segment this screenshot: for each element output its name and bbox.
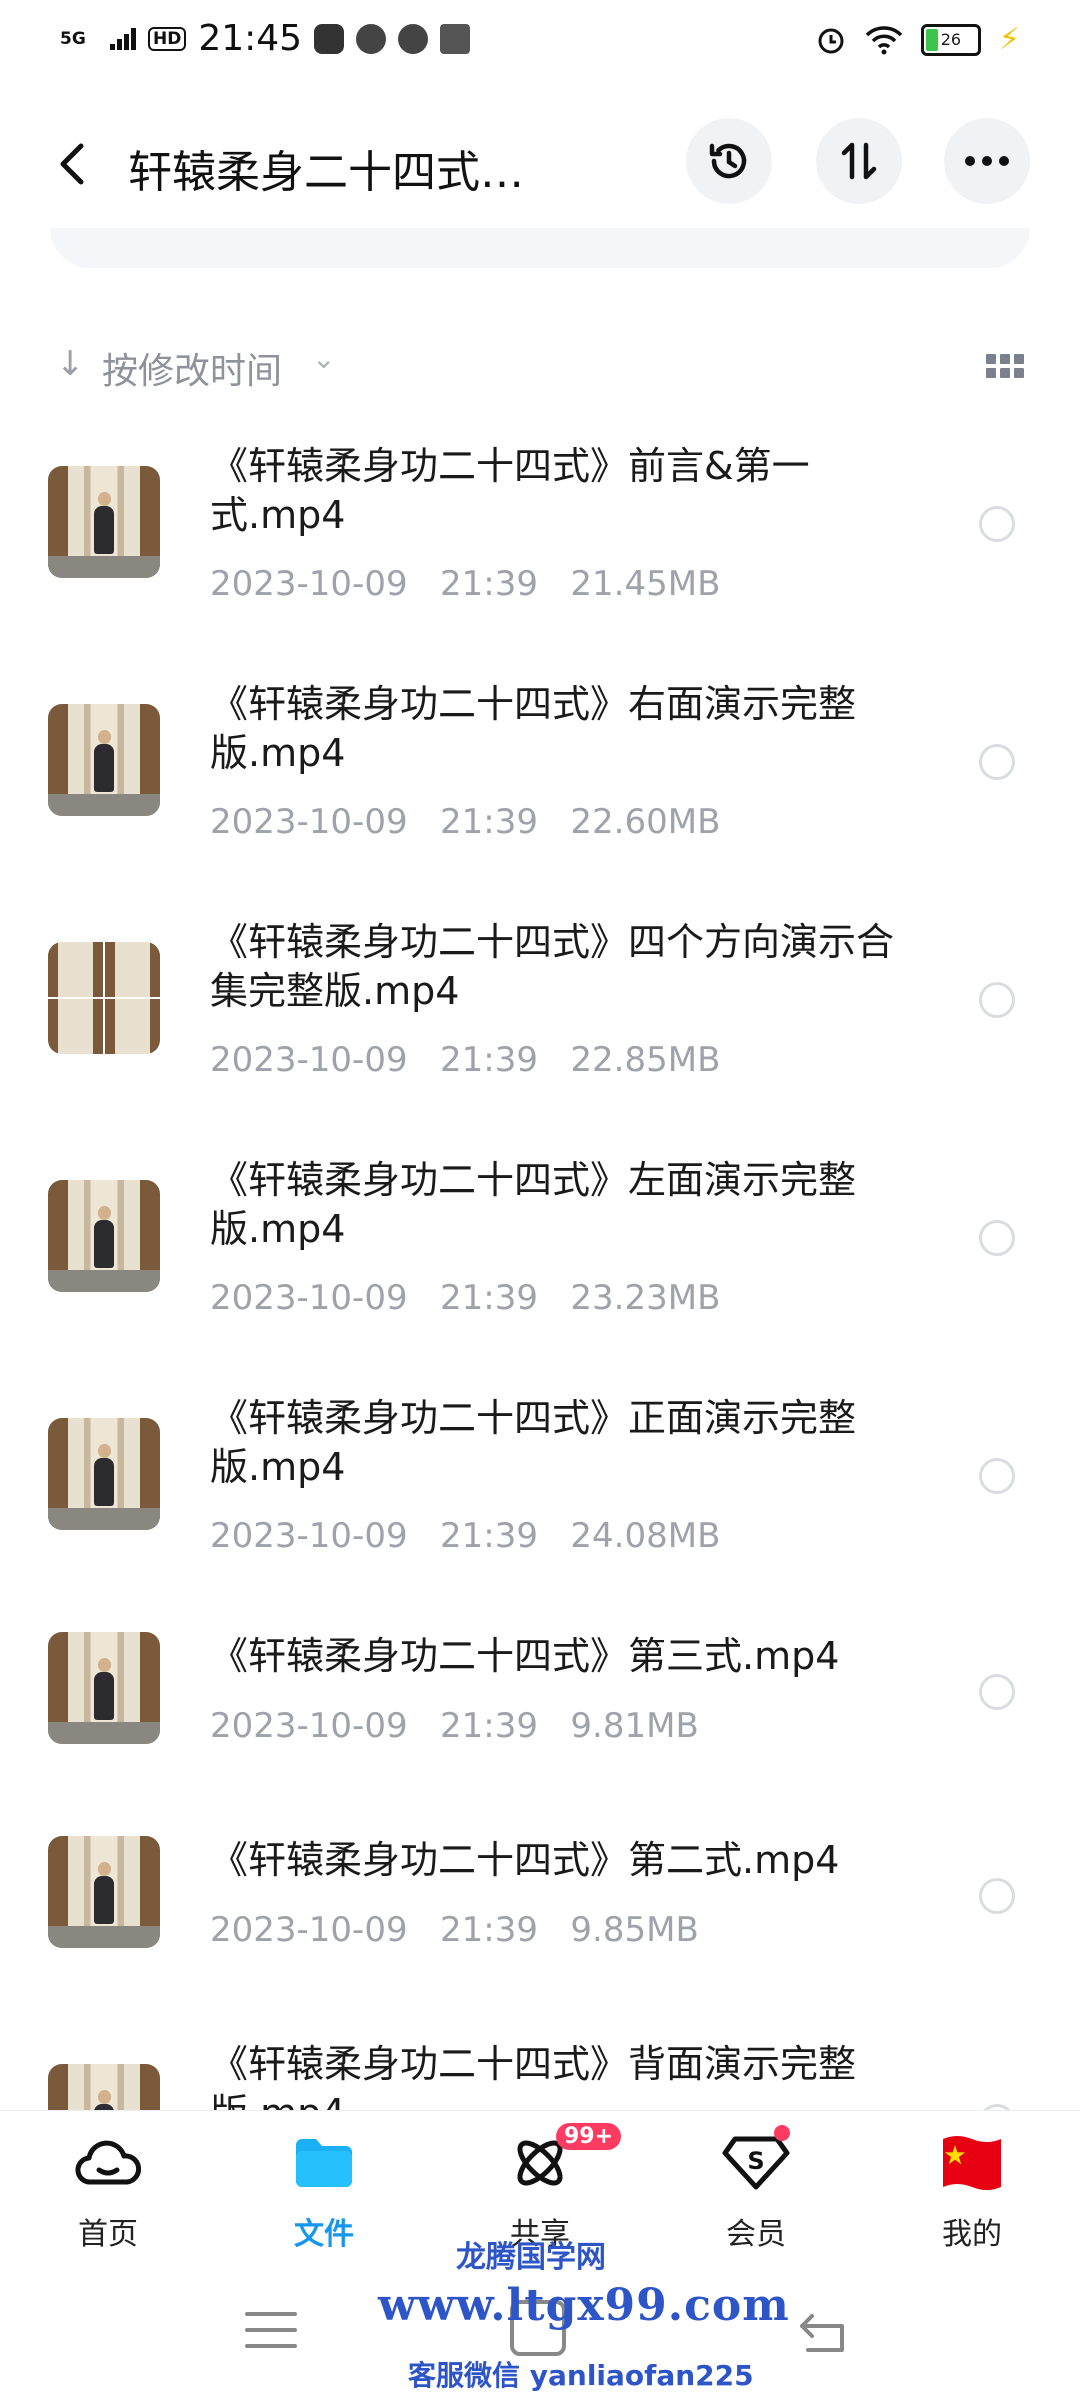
bottom-tab-bar: 首页 文件 99+ 共享 S 会员 我的: [0, 2110, 1080, 2253]
cloud-icon: [75, 2140, 141, 2185]
tab-label: 会员: [726, 2217, 786, 2252]
tab-label: 文件: [294, 2217, 354, 2252]
folder-icon: [296, 2139, 352, 2187]
video-thumbnail: [48, 942, 160, 1054]
file-meta: 2023-10-09 21:39 24.08MB: [210, 1516, 721, 1556]
battery-icon: 26: [920, 23, 981, 56]
tab-vip[interactable]: S 会员: [686, 2123, 826, 2253]
sort-down-arrow-icon: ↓: [56, 344, 85, 384]
notification-app-icon: [314, 23, 345, 54]
notification-badge: 99+: [556, 2123, 622, 2150]
network-type: 5G: [60, 28, 86, 49]
hd-icon: HD: [148, 26, 187, 51]
clock: 21:45: [198, 18, 303, 59]
history-icon: [709, 143, 747, 179]
file-name: 《轩辕柔身功二十四式》前言&第一式.mp4: [210, 444, 810, 537]
chevron-down-icon: ⌄: [312, 342, 336, 375]
header: 轩辕柔身二十四式…: [0, 110, 1080, 220]
page-title: 轩辕柔身二十四式…: [128, 147, 524, 198]
notification-dot: [774, 2125, 790, 2141]
tab-me[interactable]: 我的: [902, 2123, 1042, 2253]
tab-files[interactable]: 文件: [254, 2123, 394, 2253]
select-radio[interactable]: [979, 1458, 1015, 1494]
china-flag-icon: [943, 2136, 1001, 2190]
file-name: 《轩辕柔身功二十四式》第三式.mp4: [210, 1634, 840, 1678]
watermark-url: www.ltgx99.com: [378, 2280, 790, 2331]
search-area[interactable]: [50, 228, 1030, 268]
menu-lines-icon: [245, 2312, 297, 2348]
video-thumbnail: [48, 1418, 160, 1530]
tab-home[interactable]: 首页: [38, 2123, 178, 2253]
sort-bar[interactable]: ↓ 按修改时间 ⌄: [56, 336, 1026, 396]
notification-app-icon: [398, 23, 429, 54]
file-name: 《轩辕柔身功二十四式》左面演示完整版.mp4: [210, 1158, 857, 1251]
svg-text:S: S: [747, 2147, 764, 2175]
grid-view-icon[interactable]: [986, 354, 1026, 378]
status-bar: 5G HD 21:45 26 ⚡: [0, 0, 1080, 84]
video-thumbnail: [48, 1836, 160, 1948]
history-button[interactable]: [686, 118, 772, 204]
file-meta: 2023-10-09 21:39 22.60MB: [210, 802, 721, 842]
select-radio[interactable]: [979, 982, 1015, 1018]
video-thumbnail: [48, 704, 160, 816]
file-meta: 2023-10-09 21:39 9.81MB: [210, 1706, 699, 1746]
tab-label: 首页: [78, 2217, 138, 2252]
recent-apps-button[interactable]: [244, 2310, 298, 2354]
file-meta: 2023-10-09 21:39 9.85MB: [210, 1910, 699, 1950]
file-name: 《轩辕柔身功二十四式》四个方向演示合集完整版.mp4: [210, 920, 895, 1013]
video-thumbnail: [48, 466, 160, 578]
signal-icon: [110, 27, 136, 50]
file-name: 《轩辕柔身功二十四式》右面演示完整版.mp4: [210, 682, 857, 775]
video-thumbnail: [48, 1632, 160, 1744]
system-back-button[interactable]: [796, 2310, 852, 2358]
select-radio[interactable]: [979, 506, 1015, 542]
back-button[interactable]: [44, 136, 100, 192]
file-name: 《轩辕柔身功二十四式》正面演示完整版.mp4: [210, 1396, 857, 1489]
alarm-icon: [818, 28, 844, 53]
select-radio[interactable]: [979, 744, 1015, 780]
watermark-title: 龙腾国学网: [456, 2240, 606, 2275]
file-name: 《轩辕柔身功二十四式》第二式.mp4: [210, 1838, 840, 1882]
notification-app-icon: [356, 23, 387, 54]
transfer-button[interactable]: [816, 118, 902, 204]
select-radio[interactable]: [979, 1674, 1015, 1710]
more-dots-icon: [965, 156, 1009, 166]
file-meta: 2023-10-09 21:39 21.45MB: [210, 564, 721, 604]
sort-arrows-icon: [841, 142, 877, 180]
file-meta: 2023-10-09 21:39 22.85MB: [210, 1040, 721, 1080]
charging-icon: ⚡: [998, 22, 1020, 57]
select-radio[interactable]: [979, 1220, 1015, 1256]
video-thumbnail: [48, 1180, 160, 1292]
back-arrow-icon: [60, 143, 84, 185]
select-radio[interactable]: [979, 1878, 1015, 1914]
tab-label: 我的: [942, 2217, 1002, 2252]
wifi-icon: [865, 25, 903, 54]
file-meta: 2023-10-09 21:39 23.23MB: [210, 1278, 721, 1318]
more-button[interactable]: [944, 118, 1030, 204]
sort-label: 按修改时间: [102, 351, 283, 392]
watermark-contact: 客服微信 yanliaofan225: [408, 2359, 754, 2392]
vip-diamond-icon: S: [722, 2136, 790, 2190]
book-icon: [440, 23, 471, 54]
return-arrow-icon: [800, 2314, 844, 2352]
